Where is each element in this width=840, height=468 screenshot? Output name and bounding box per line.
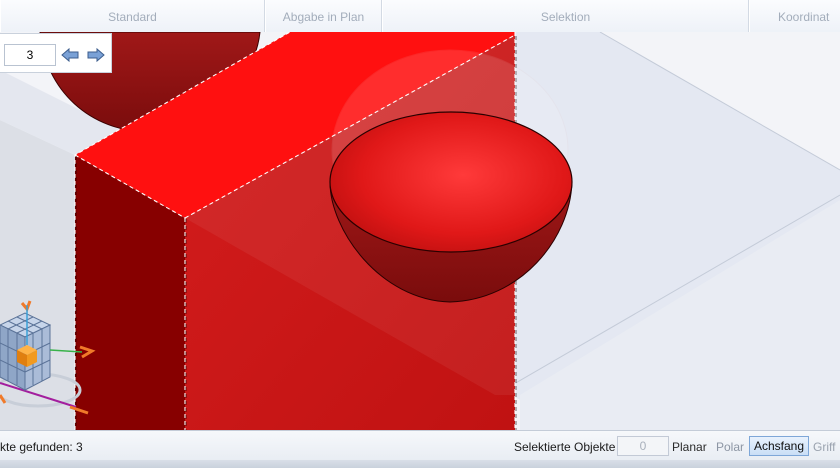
selected-objects-count: 0	[617, 436, 669, 456]
planar-toggle[interactable]: Planar	[672, 439, 707, 455]
tab-abgabe-in-plan[interactable]: Abgabe in Plan	[265, 0, 382, 32]
polar-toggle[interactable]: Polar	[716, 439, 744, 455]
selected-objects-label: Selektierte Objekte	[514, 440, 616, 454]
found-objects-text: kte gefunden: 3	[0, 440, 83, 454]
griff-toggle[interactable]: Griff	[813, 439, 835, 455]
tab-standard[interactable]: Standard	[0, 0, 265, 32]
achsfang-toggle[interactable]: Achsfang	[749, 436, 810, 456]
status-bar: kte gefunden: 3 Selektierte Objekte 0 Pl…	[0, 430, 840, 468]
toolbar-tabbar: Standard Abgabe in Plan Selektion Koordi…	[0, 0, 840, 33]
arrow-left-icon[interactable]	[60, 46, 80, 64]
3d-viewport[interactable]	[0, 32, 840, 430]
arrow-right-icon[interactable]	[86, 46, 106, 64]
3d-scene	[0, 32, 840, 430]
counter-panel: 3	[0, 33, 112, 73]
tab-selektion[interactable]: Selektion	[382, 0, 749, 32]
tab-koordinaten[interactable]: Koordinat	[749, 0, 840, 32]
counter-input[interactable]: 3	[4, 44, 56, 66]
hemisphere-top	[329, 111, 573, 253]
